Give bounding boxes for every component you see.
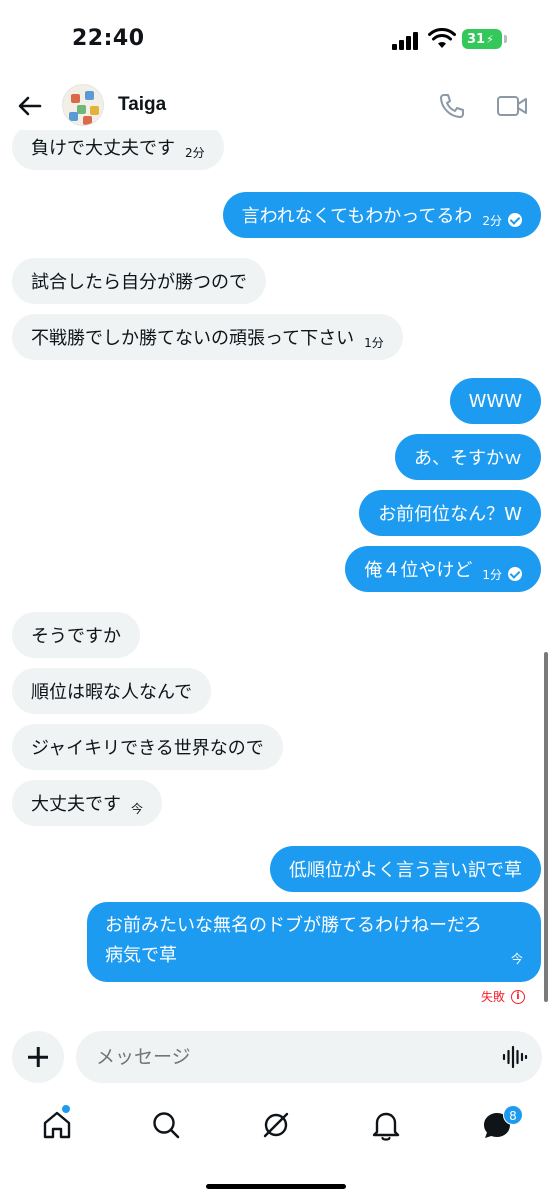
message-text: お前何位なん？W — [378, 504, 522, 525]
message-text: 順位は暇な人なんで — [31, 682, 193, 703]
message-received[interactable]: 順位は暇な人なんで — [12, 668, 212, 714]
message-text: そうですか — [31, 626, 121, 647]
battery-cap — [504, 35, 507, 43]
message-sent[interactable]: 俺４位やけど 1分 — [345, 546, 541, 592]
home-notification-dot — [62, 1105, 70, 1113]
message-text: ジャイキリできる世界なので — [31, 738, 264, 759]
add-attachment-button[interactable] — [12, 1031, 64, 1083]
message-sent[interactable]: あ、そすかｗ — [395, 434, 541, 480]
message-text: 不戦勝でしか勝てないの頑張って下さい — [31, 328, 355, 349]
message-text: 低順位がよく言う言い訳で草 — [288, 860, 522, 881]
back-arrow-icon[interactable] — [14, 90, 46, 122]
voice-message-icon[interactable] — [502, 1045, 528, 1069]
message-received[interactable]: 不戦勝でしか勝てないの頑張って下さい 1分 — [12, 314, 403, 360]
messages-badge: 8 — [503, 1105, 523, 1125]
message-text: 負けで大丈夫です — [31, 138, 175, 159]
send-failed-status[interactable]: 失敗 i — [481, 988, 525, 1005]
wifi-icon — [428, 28, 456, 48]
failed-label: 失敗 — [480, 990, 505, 1004]
message-received[interactable]: そうですか — [12, 612, 140, 658]
status-time: 22:40 — [72, 26, 145, 51]
message-text: WWW — [468, 390, 522, 412]
bottom-tab-bar: 8 — [0, 1100, 553, 1160]
message-sent[interactable]: 言われなくてもわかってるわ 2分 — [222, 192, 541, 238]
battery-icon: 31 ⚡ — [462, 29, 502, 49]
message-time: 今 — [131, 801, 144, 816]
message-received[interactable]: 大丈夫です今 — [12, 780, 163, 826]
search-icon[interactable] — [149, 1108, 183, 1142]
message-text-line-2: 病気で草 — [105, 945, 177, 966]
error-info-icon[interactable]: i — [511, 989, 525, 1004]
status-bar: 22:40 31 ⚡ — [0, 0, 553, 82]
message-composer[interactable] — [76, 1031, 542, 1083]
message-sent[interactable]: 低順位がよく言う言い訳で草 — [269, 846, 541, 892]
read-check-icon — [508, 213, 522, 227]
grok-icon[interactable] — [259, 1108, 293, 1142]
message-text: あ、そすかｗ — [414, 448, 522, 469]
message-text: 言われなくてもわかってるわ — [241, 206, 473, 227]
contact-name[interactable]: Taiga — [118, 94, 166, 116]
message-time: 1分 — [482, 567, 502, 582]
message-received[interactable]: 試合したら自分が勝つので — [12, 258, 266, 304]
message-time: 1分 — [364, 335, 384, 350]
message-input[interactable] — [96, 1031, 476, 1083]
message-list[interactable]: 負けで大丈夫です 2分 言われなくてもわかってるわ 2分 試合したら自分が勝つので … — [0, 130, 553, 1020]
video-call-icon[interactable] — [496, 94, 528, 118]
message-time: 2分 — [482, 213, 502, 228]
read-check-icon — [508, 567, 522, 581]
message-sent-failed[interactable]: お前みたいな無名のドブが勝てるわけねーだろ 病気で草 今 — [87, 902, 541, 982]
message-text: 俺４位やけど — [364, 560, 473, 581]
notifications-icon[interactable] — [369, 1108, 403, 1142]
message-sent[interactable]: お前何位なん？W — [359, 490, 541, 536]
conversation-header: Taiga — [0, 82, 553, 130]
message-time: 2分 — [185, 145, 205, 160]
message-text-line-1: お前みたいな無名のドブが勝てるわけねーだろ — [105, 915, 482, 936]
scrollbar[interactable] — [544, 652, 548, 1002]
message-time: 今 — [510, 952, 523, 966]
message-text: 大丈夫です — [31, 794, 121, 815]
phone-call-icon[interactable] — [438, 92, 466, 120]
battery-level: 31 — [467, 31, 486, 47]
message-received[interactable]: ジャイキリできる世界なので — [12, 724, 283, 770]
signal-icon — [392, 30, 422, 50]
home-icon[interactable] — [40, 1108, 74, 1142]
message-received[interactable]: 負けで大丈夫です 2分 — [12, 130, 224, 170]
home-indicator — [206, 1184, 346, 1189]
message-sent[interactable]: WWW — [449, 378, 541, 424]
contact-avatar[interactable] — [62, 84, 104, 126]
message-text: 試合したら自分が勝つので — [31, 272, 247, 293]
